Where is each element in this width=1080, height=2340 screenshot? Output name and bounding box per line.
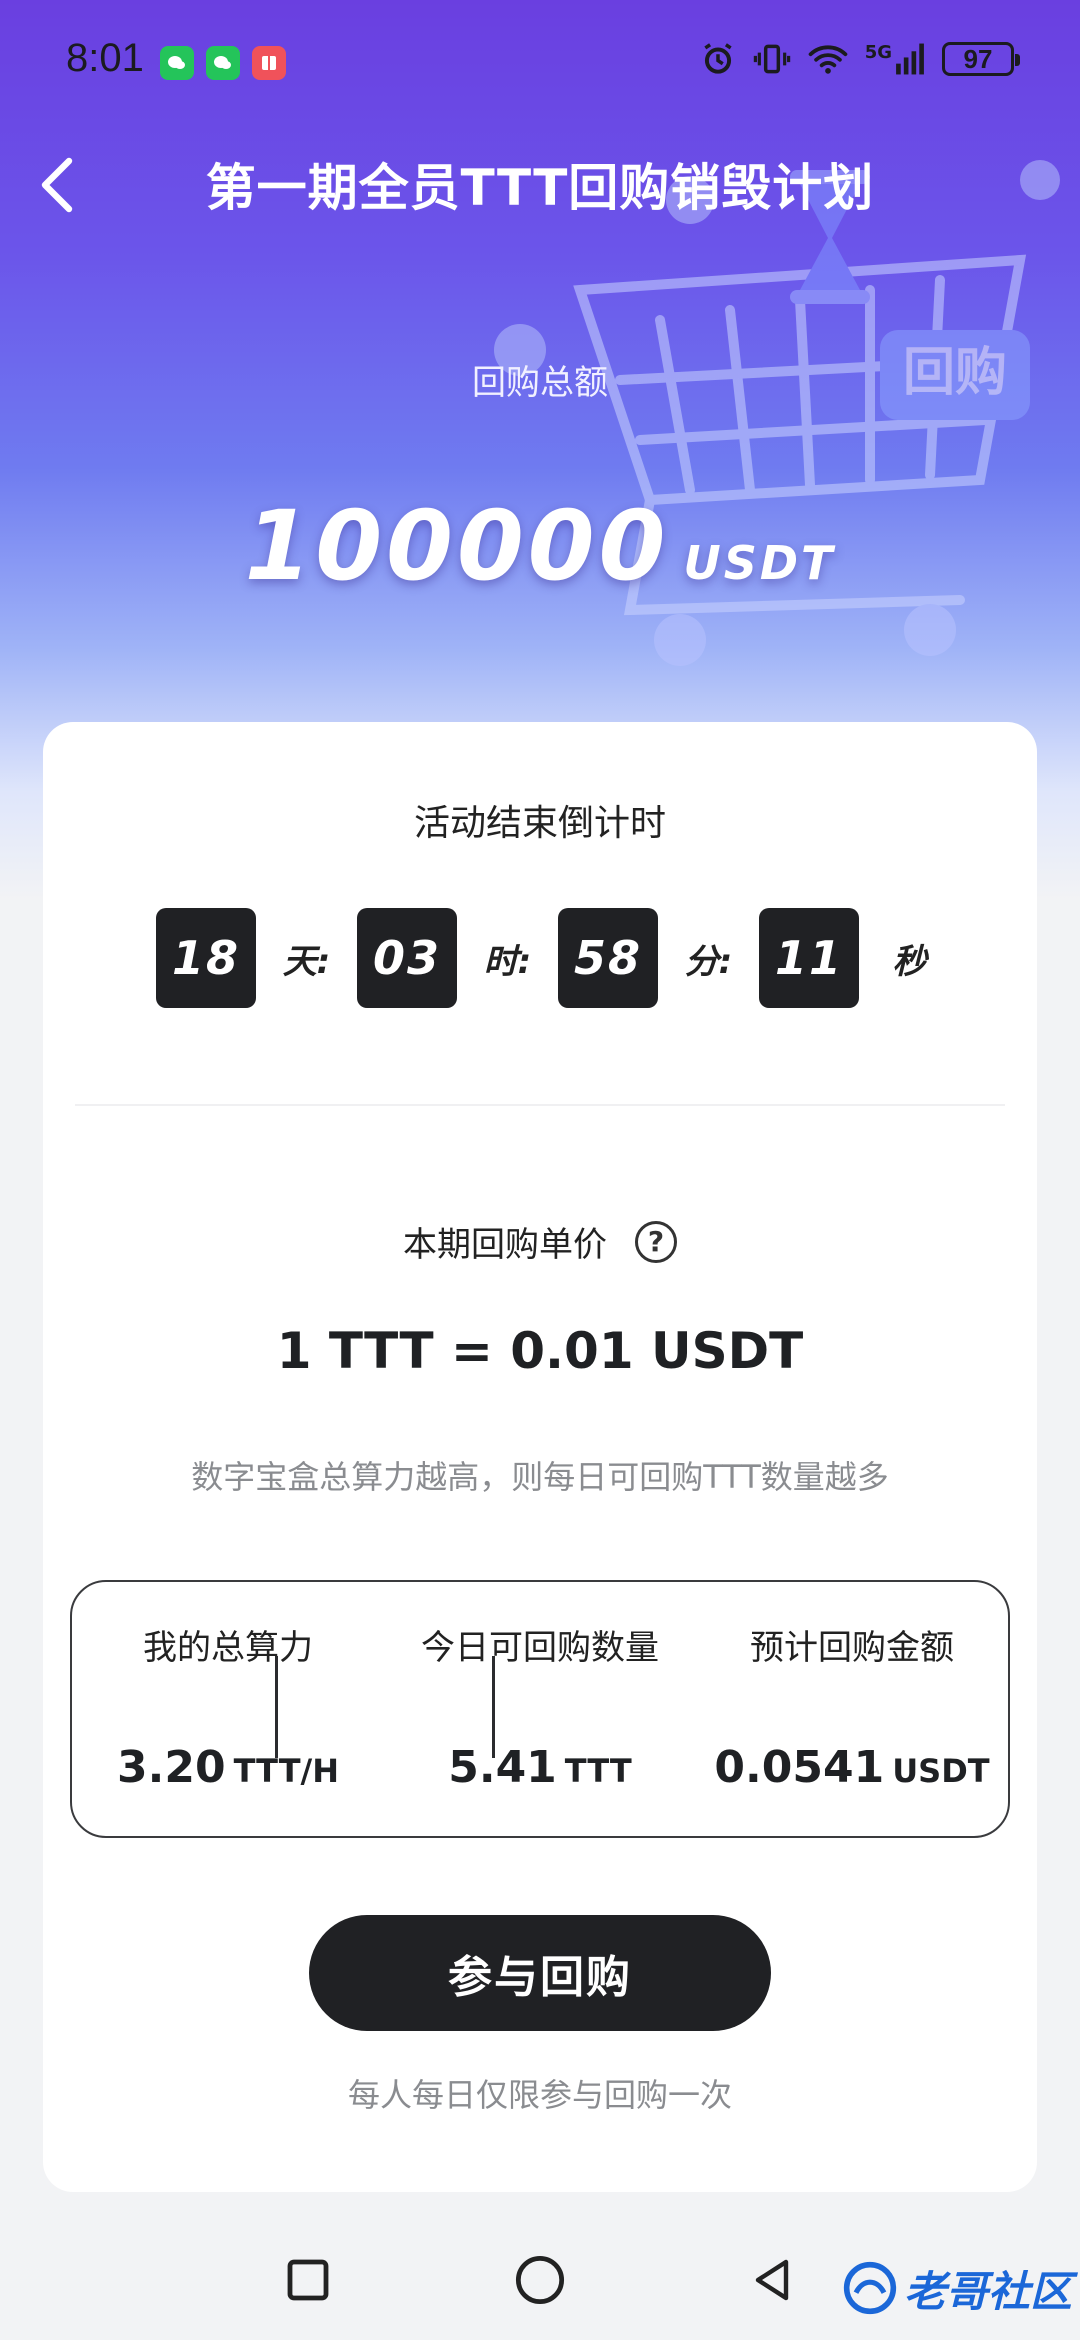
status-time: 8:01 bbox=[66, 36, 144, 80]
battery-level: 97 bbox=[963, 43, 993, 74]
recent-apps-button[interactable] bbox=[278, 2250, 338, 2310]
countdown-hours: 03 bbox=[357, 908, 457, 1008]
square-icon bbox=[287, 2259, 329, 2301]
countdown-seconds-unit: 秒 bbox=[892, 941, 927, 982]
status-bar: 8:01 5G 97 bbox=[0, 0, 1080, 120]
join-buyback-button[interactable]: 参与回购 bbox=[309, 1915, 771, 2031]
unit-price-value: 1 TTT = 0.01 USDT bbox=[276, 1322, 804, 1380]
countdown-title: 活动结束倒计时 bbox=[413, 803, 666, 844]
watermark-logo: 老哥社区 bbox=[842, 2248, 1072, 2328]
countdown-timer: 18 天: 03 时: 58 分: 11 秒 bbox=[156, 908, 960, 1008]
stat-value: 0.0541 bbox=[714, 1742, 885, 1793]
dragon-logo-icon bbox=[843, 2261, 897, 2315]
triangle-back-icon bbox=[755, 2259, 789, 2301]
shopping-cart-hourglass-illustration: 回购 bbox=[494, 160, 1060, 666]
total-amount-unit: USDT bbox=[683, 536, 836, 590]
stat-separator bbox=[275, 1656, 278, 1758]
stat-label: 我的总算力 bbox=[143, 1628, 313, 1668]
stat-separator bbox=[492, 1656, 495, 1758]
countdown-minutes: 58 bbox=[558, 908, 658, 1008]
stat-value: 3.20 bbox=[117, 1742, 226, 1793]
total-buyback-amount: 100000 USDT bbox=[0, 490, 1080, 602]
countdown-seconds: 11 bbox=[759, 908, 859, 1008]
stat-total-hashpower: 我的总算力 3.20 TTT/H bbox=[72, 1582, 384, 1836]
help-icon[interactable]: ? bbox=[635, 1220, 677, 1263]
book-app-notification-icon bbox=[252, 46, 286, 80]
buyback-limit-note: 每人每日仅限参与回购一次 bbox=[347, 2076, 732, 2114]
circle-icon bbox=[515, 2255, 565, 2305]
battery-indicator: 97 bbox=[942, 42, 1020, 76]
hashpower-hint: 数字宝盒总算力越高，则每日可回购TTT数量越多 bbox=[191, 1458, 889, 1496]
unit-price-label-row: 本期回购单价 ? bbox=[43, 1217, 1037, 1266]
unit-price-label: 本期回购单价 bbox=[403, 1225, 607, 1265]
buyback-card: 活动结束倒计时 18 天: 03 时: 58 分: 11 秒 本期回购单价 ? … bbox=[43, 722, 1037, 2192]
alarm-icon bbox=[704, 43, 732, 74]
total-buyback-label: 回购总额 bbox=[472, 363, 608, 403]
page-title: 第一期全员TTT回购销毁计划 bbox=[205, 159, 875, 217]
stat-unit: USDT bbox=[892, 1752, 990, 1790]
countdown-days-unit: 天: bbox=[282, 941, 331, 982]
back-nav-button[interactable] bbox=[742, 2250, 802, 2310]
wechat-notification-icon bbox=[160, 46, 194, 80]
countdown-days: 18 bbox=[156, 908, 256, 1008]
stat-label: 今日可回购数量 bbox=[421, 1628, 659, 1668]
wechat-notification-icon bbox=[206, 46, 240, 80]
countdown-hours-unit: 时: bbox=[483, 941, 532, 982]
stat-estimated-amount: 预计回购金额 0.0541 USDT bbox=[696, 1582, 1008, 1836]
wifi-icon bbox=[808, 45, 848, 74]
vibrate-icon bbox=[753, 44, 790, 74]
cellular-signal-icon: 5G bbox=[865, 42, 926, 76]
network-type-label: 5G bbox=[864, 42, 892, 63]
stat-unit: TTT/H bbox=[233, 1752, 339, 1790]
chevron-left-icon bbox=[41, 157, 73, 213]
total-amount-value: 100000 bbox=[244, 490, 670, 602]
stat-unit: TTT bbox=[564, 1752, 632, 1790]
stats-panel: 我的总算力 3.20 TTT/H 今日可回购数量 5.41 TTT 预计回购金额 0… bbox=[70, 1580, 1010, 1838]
back-button[interactable] bbox=[22, 150, 92, 220]
stat-value: 5.41 bbox=[448, 1742, 557, 1793]
divider bbox=[75, 1104, 1005, 1106]
countdown-minutes-unit: 分: bbox=[684, 941, 733, 982]
stat-label: 预计回购金额 bbox=[750, 1628, 954, 1668]
home-button[interactable] bbox=[510, 2250, 570, 2310]
watermark-text: 老哥社区 bbox=[904, 2266, 1073, 2316]
stat-buyable-today: 今日可回购数量 5.41 TTT bbox=[384, 1582, 696, 1836]
